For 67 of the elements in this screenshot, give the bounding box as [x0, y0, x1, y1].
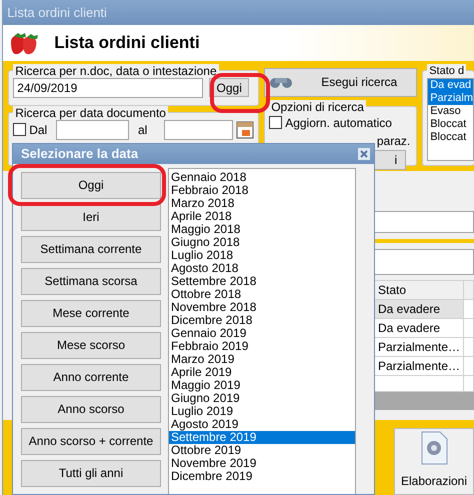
text-fragment: paraz. — [376, 132, 410, 150]
period-button[interactable]: Mese corrente — [21, 300, 161, 326]
checkbox-label: Dal — [29, 122, 48, 139]
list-item[interactable]: Bloccat — [428, 118, 473, 131]
window-title: Lista ordini clienti — [3, 0, 474, 26]
gear-document-icon — [419, 430, 449, 466]
month-item[interactable]: Ottobre 2018 — [169, 288, 355, 300]
month-item[interactable]: Ottobre 2019 — [169, 444, 355, 456]
date-field[interactable] — [56, 120, 129, 140]
date-field[interactable] — [164, 120, 234, 140]
month-item[interactable]: Agosto 2019 — [169, 418, 355, 430]
group-label: Ricerca per data documento — [13, 106, 168, 120]
checkbox-label: Aggiorn. automatico — [285, 114, 392, 132]
search-button[interactable]: Esegui ricerca — [264, 68, 418, 97]
field-label: al — [138, 122, 148, 139]
month-item[interactable]: Febbraio 2019 — [169, 340, 355, 352]
month-item[interactable]: Maggio 2019 — [169, 378, 355, 392]
period-button[interactable]: Anno scorso + corrente — [21, 428, 161, 454]
empty-cell — [464, 318, 474, 338]
period-button[interactable]: Oggi — [21, 172, 161, 198]
month-item[interactable]: Giugno 2018 — [169, 236, 355, 248]
month-item[interactable]: Dicembre 2019 — [169, 470, 355, 482]
month-item[interactable]: Luglio 2018 — [169, 248, 355, 262]
month-item[interactable]: Settembre 2018 — [169, 274, 355, 288]
empty-cell — [464, 338, 474, 357]
table-cell: Da evadere — [374, 300, 464, 319]
list-item[interactable]: Da evad — [428, 78, 473, 92]
today-button[interactable]: Oggi — [209, 78, 250, 98]
group-label: Ricerca per n.doc, data o intestazione — [13, 64, 219, 78]
period-button[interactable]: Settimana scorsa — [21, 268, 161, 294]
list-item[interactable]: Bloccat — [428, 130, 473, 144]
period-button[interactable]: Settimana corrente — [21, 236, 161, 262]
month-item[interactable]: Novembre 2018 — [169, 300, 355, 314]
binoculars-icon — [269, 75, 294, 90]
month-item[interactable]: Febbraio 2018 — [169, 184, 355, 196]
period-button[interactable]: Tutti gli anni — [21, 460, 161, 486]
month-item[interactable]: Aprile 2018 — [169, 210, 355, 222]
group-label: Opzioni di ricerca — [269, 100, 366, 114]
month-item[interactable]: Giugno 2019 — [169, 392, 355, 404]
month-item[interactable]: Marzo 2018 — [169, 196, 355, 210]
input-field[interactable] — [374, 210, 474, 233]
period-button[interactable]: Mese scorso — [21, 332, 161, 358]
month-item[interactable]: Maggio 2018 — [169, 222, 355, 236]
dialog-title: Selezionare la data — [21, 145, 138, 163]
month-item[interactable]: Gennaio 2018 — [169, 170, 355, 184]
month-item[interactable]: Gennaio 2019 — [169, 326, 355, 340]
month-item[interactable]: Settembre 2019 — [169, 430, 355, 444]
page-title: Lista ordini clienti — [54, 32, 200, 54]
list-item[interactable]: Parzialm — [428, 92, 473, 105]
search-field[interactable]: 24/09/2019 — [13, 78, 204, 98]
month-item[interactable]: Novembre 2019 — [169, 456, 355, 470]
list-item[interactable]: Evaso — [428, 104, 473, 118]
checkbox[interactable] — [13, 123, 26, 136]
tools-button[interactable]: Elaborazioni — [394, 428, 474, 495]
month-item[interactable]: Agosto 2018 — [169, 262, 355, 274]
month-item[interactable]: Aprile 2019 — [169, 366, 355, 378]
close-icon — [358, 148, 370, 160]
checkbox[interactable] — [269, 116, 282, 130]
column-header[interactable]: Stato — [374, 280, 464, 300]
empty-cell — [464, 356, 474, 376]
calendar-icon — [236, 120, 254, 139]
month-item[interactable]: Luglio 2019 — [169, 404, 355, 418]
input-field[interactable] — [374, 248, 474, 275]
month-item[interactable]: Dicembre 2018 — [169, 314, 355, 326]
period-button[interactable]: Anno scorso — [21, 396, 161, 422]
month-item[interactable]: Marzo 2019 — [169, 352, 355, 366]
period-button[interactable]: Anno corrente — [21, 364, 161, 390]
